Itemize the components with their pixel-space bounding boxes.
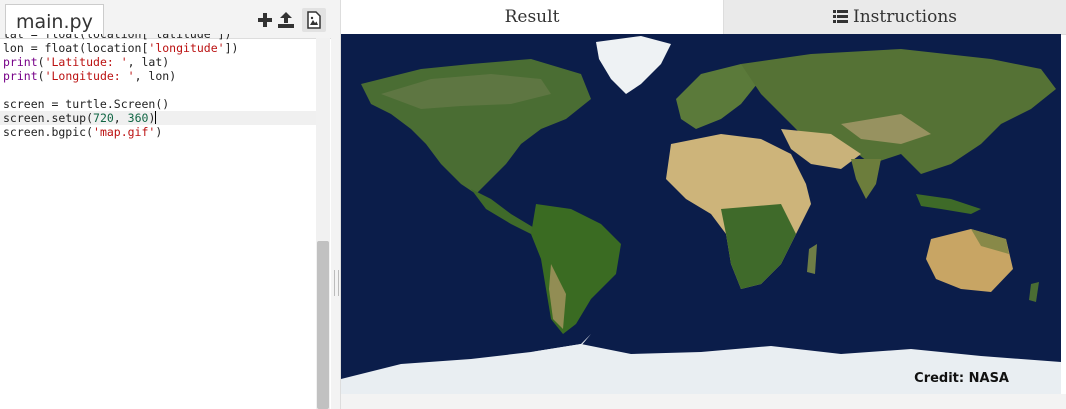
code-line[interactable] — [0, 83, 316, 97]
list-icon — [833, 1, 848, 35]
code-token: , — [113, 111, 128, 125]
code-line[interactable]: screen.setup(720, 360) — [0, 111, 316, 125]
code-token: ) — [148, 111, 156, 125]
code-line[interactable]: lon = float(location['longitude']) — [0, 41, 316, 55]
code-token: ( — [37, 69, 45, 83]
code-token: screen.bgpic( — [3, 125, 94, 139]
code-line[interactable]: lat = float(location['latitude']) — [0, 34, 316, 41]
code-token: lon = float(location[ — [3, 41, 149, 55]
code-token: 360 — [127, 111, 149, 125]
map-credit: Credit: NASA — [914, 371, 1009, 386]
code-token: , lon) — [134, 69, 177, 83]
code-token: ]) — [224, 41, 239, 55]
text-cursor — [155, 111, 157, 124]
code-token: screen = turtle.Screen() — [3, 97, 170, 111]
code-token: 'map.gif' — [93, 125, 156, 139]
world-map-canvas[interactable]: Credit: NASA — [341, 34, 1061, 394]
code-editor-panel: main.py lat = float(location['latitude']… — [0, 0, 332, 409]
code-line[interactable]: screen = turtle.Screen() — [0, 97, 316, 111]
editor-scrollbar-thumb[interactable] — [317, 241, 329, 409]
code-token: lat = float(location['latitude']) — [3, 34, 232, 41]
code-token: 'Latitude: ' — [44, 55, 128, 69]
code-line[interactable]: print('Longitude: ', lon) — [0, 69, 316, 83]
code-token: ) — [155, 125, 163, 139]
code-area[interactable]: lat = float(location['latitude']) lon = f… — [0, 34, 316, 409]
splitter-grip-icon[interactable] — [334, 270, 339, 296]
code-token: print — [3, 69, 38, 83]
code-line[interactable]: print('Latitude: ', lat) — [0, 55, 316, 69]
tab-result[interactable]: Result — [341, 0, 724, 34]
file-tab-main-py[interactable]: main.py — [5, 4, 104, 38]
upload-icon[interactable] — [277, 11, 295, 29]
add-file-icon[interactable] — [256, 11, 274, 29]
code-token: 'longitude' — [148, 41, 225, 55]
world-map-image — [341, 34, 1061, 394]
code-token: print — [3, 55, 38, 69]
tab-instructions-label: Instructions — [853, 7, 957, 27]
output-footer — [341, 394, 1066, 409]
file-tab-label: main.py — [16, 11, 93, 33]
code-token: 'Longitude: ' — [44, 69, 135, 83]
code-token: screen.setup( — [3, 111, 94, 125]
code-token: , lat) — [127, 55, 170, 69]
panel-splitter[interactable] — [331, 0, 341, 409]
output-tab-bar: Result Instructions — [341, 0, 1066, 35]
tab-instructions[interactable]: Instructions — [724, 0, 1066, 34]
code-token: ( — [37, 55, 45, 69]
code-line[interactable]: screen.bgpic('map.gif') — [0, 125, 316, 139]
code-token: 720 — [93, 111, 114, 125]
image-icon[interactable] — [302, 8, 326, 32]
editor-scrollbar[interactable] — [316, 38, 330, 409]
